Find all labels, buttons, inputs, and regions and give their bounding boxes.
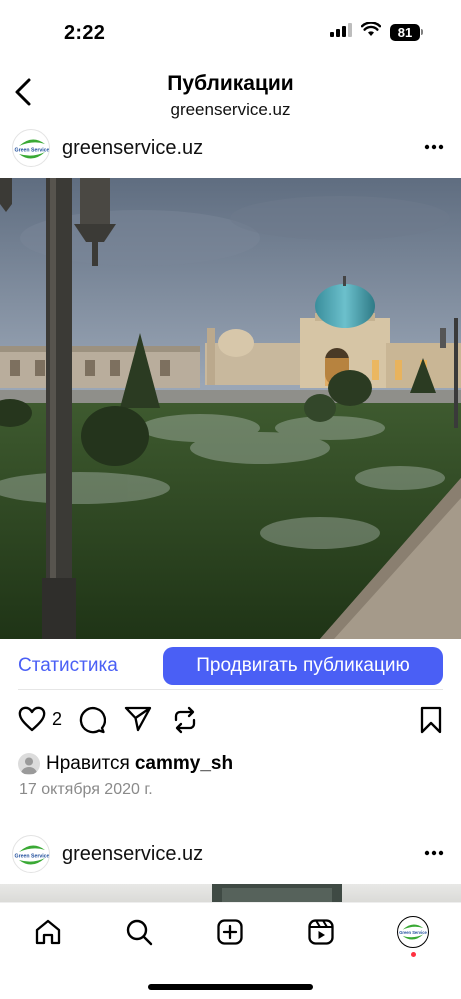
status-time: 2:22 bbox=[64, 22, 106, 44]
wifi-icon bbox=[360, 21, 382, 42]
profile-avatar: Green Service bbox=[397, 916, 429, 948]
next-post-header: Green Service greenservice.uz bbox=[0, 828, 461, 884]
comment-icon bbox=[79, 707, 106, 734]
repost-button[interactable] bbox=[172, 706, 198, 734]
reels-icon bbox=[308, 919, 334, 945]
post-username[interactable]: greenservice.uz bbox=[62, 137, 203, 160]
battery-icon: 81 bbox=[390, 23, 423, 41]
svg-text:Green Service: Green Service bbox=[15, 148, 50, 154]
page-subtitle: greenservice.uz bbox=[170, 100, 291, 119]
home-indicator bbox=[148, 984, 313, 990]
next-post-username[interactable]: greenservice.uz bbox=[62, 843, 203, 866]
avatar[interactable]: Green Service bbox=[12, 835, 50, 873]
post-image[interactable] bbox=[0, 178, 461, 639]
create-icon bbox=[217, 919, 243, 945]
page-title: Публикации bbox=[167, 72, 294, 95]
signal-icon bbox=[330, 22, 352, 42]
likes-username[interactable]: cammy_sh bbox=[135, 753, 233, 775]
battery-level: 81 bbox=[390, 23, 420, 41]
likes-prefix: Нравится bbox=[46, 753, 130, 774]
divider bbox=[18, 689, 443, 690]
more-horizontal-icon bbox=[424, 850, 444, 856]
likes-line[interactable]: Нравится cammy_sh bbox=[18, 752, 233, 776]
status-bar: 2:22 81 bbox=[0, 0, 461, 60]
nav-create[interactable] bbox=[213, 915, 247, 949]
post-date: 17 октября 2020 г. bbox=[19, 781, 153, 798]
notification-dot bbox=[411, 952, 416, 957]
share-button[interactable] bbox=[124, 706, 152, 732]
more-options-button[interactable] bbox=[421, 134, 447, 160]
liker-avatar bbox=[18, 753, 40, 775]
next-post-image[interactable] bbox=[0, 884, 461, 904]
heart-icon bbox=[18, 706, 46, 732]
nav-home[interactable] bbox=[31, 915, 65, 949]
more-horizontal-icon bbox=[424, 144, 444, 150]
search-icon bbox=[126, 919, 153, 946]
post-header: Green Service greenservice.uz bbox=[0, 122, 461, 178]
nav-search[interactable] bbox=[122, 915, 156, 949]
repost-icon bbox=[174, 706, 196, 734]
like-count: 2 bbox=[52, 708, 63, 729]
promote-post-button[interactable]: Продвигать публикацию bbox=[163, 647, 443, 685]
home-icon bbox=[35, 919, 61, 945]
nav-profile[interactable]: Green Service bbox=[396, 915, 430, 949]
page-header: Публикации greenservice.uz bbox=[0, 60, 461, 122]
avatar[interactable]: Green Service bbox=[12, 129, 50, 167]
statistics-link[interactable]: Статистика bbox=[18, 655, 118, 677]
svg-text:Green Service: Green Service bbox=[15, 854, 50, 860]
post-actions: 2 bbox=[0, 702, 461, 738]
comment-button[interactable] bbox=[78, 706, 106, 734]
promo-row: Статистика Продвигать публикацию bbox=[0, 646, 461, 688]
bookmark-icon bbox=[420, 706, 442, 734]
svg-text:Green Service: Green Service bbox=[399, 930, 427, 935]
like-button[interactable]: 2 bbox=[18, 706, 62, 732]
share-icon bbox=[124, 706, 152, 732]
bookmark-button[interactable] bbox=[419, 706, 443, 734]
more-options-button[interactable] bbox=[421, 840, 447, 866]
status-icons: 81 bbox=[330, 21, 423, 42]
nav-reels[interactable] bbox=[304, 915, 338, 949]
